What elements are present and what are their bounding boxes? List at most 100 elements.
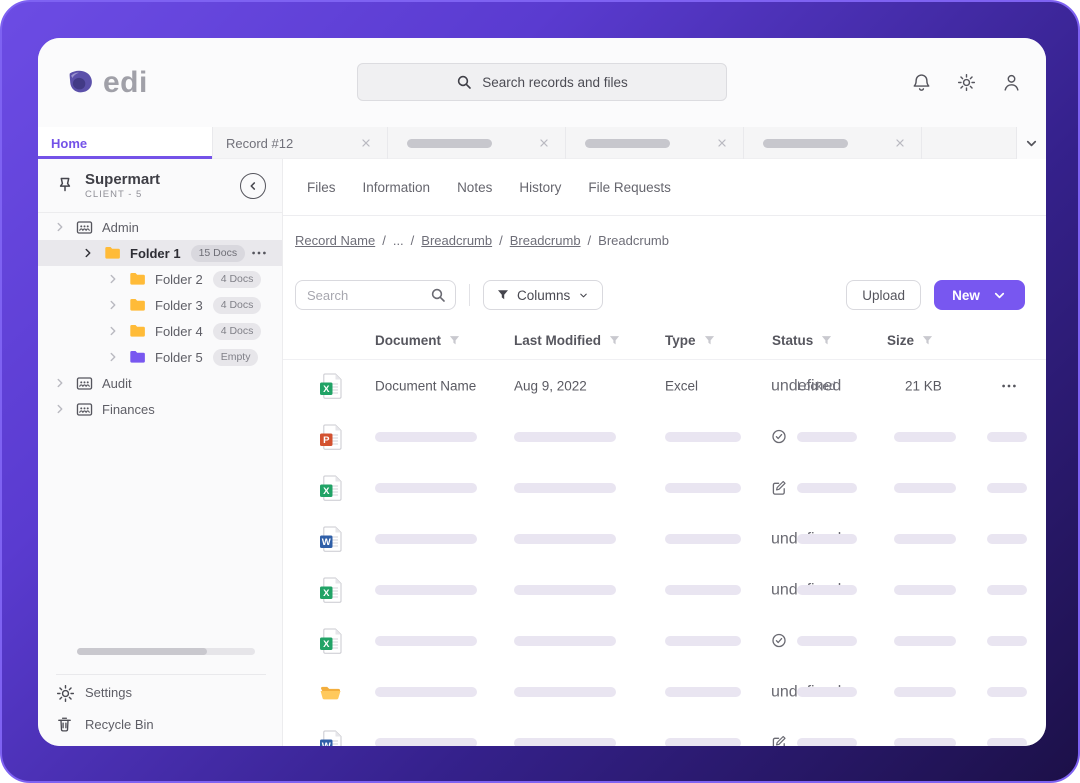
breadcrumb-item[interactable]: Record Name	[295, 233, 375, 248]
modified-skeleton	[514, 636, 616, 646]
search-icon	[430, 287, 446, 303]
user-profile-icon[interactable]	[1000, 72, 1022, 94]
record-tab-history[interactable]: History	[519, 180, 561, 195]
record-tabs: Files Information Notes History File Request…	[307, 159, 671, 215]
chevron-right-icon[interactable]	[53, 376, 67, 390]
status-skeleton	[797, 585, 857, 595]
breadcrumb-item: ...	[393, 233, 404, 248]
chevron-right-icon[interactable]	[81, 246, 95, 260]
chevron-right-icon[interactable]	[106, 272, 120, 286]
filter-funnel-icon[interactable]	[449, 335, 460, 346]
table-row[interactable]: W	[283, 717, 1046, 746]
table-row[interactable]: P	[283, 411, 1046, 462]
sidebar-item-admin[interactable]: Admin	[38, 214, 282, 240]
tab-placeholder[interactable]	[566, 127, 744, 159]
sidebar-item-folder-4[interactable]: Folder 44 Docs	[38, 318, 282, 344]
size-skeleton	[894, 738, 956, 747]
upload-button[interactable]: Upload	[846, 280, 921, 310]
type-skeleton	[665, 432, 741, 442]
sidebar-footer-recycle-bin[interactable]: Recycle Bin	[38, 708, 282, 740]
notifications-bell-icon[interactable]	[910, 72, 932, 94]
sidebar-item-folder-5[interactable]: Folder 5 Empty	[38, 344, 282, 370]
search-icon	[456, 74, 472, 90]
ellipsis-menu-icon[interactable]	[250, 244, 268, 262]
tab-record-12[interactable]: Record #12	[213, 127, 388, 159]
close-icon[interactable]	[359, 136, 373, 150]
filter-funnel-icon[interactable]	[821, 335, 832, 346]
columns-button[interactable]: Columns	[483, 280, 603, 310]
filter-funnel-icon[interactable]	[704, 335, 715, 346]
tab-placeholder[interactable]	[388, 127, 566, 159]
sidebar-footer-settings[interactable]: Settings	[38, 676, 282, 708]
record-tab-notes[interactable]: Notes	[457, 180, 492, 195]
folder-icon	[128, 348, 147, 366]
file-search-field[interactable]	[295, 280, 456, 310]
breadcrumb-item: Breadcrumb	[598, 233, 669, 248]
table-row[interactable]: X	[283, 615, 1046, 666]
table-row[interactable]: undefined	[283, 666, 1046, 717]
sidebar-item-finances[interactable]: Finances	[38, 396, 282, 422]
sidebar-horizontal-scrollbar[interactable]	[77, 648, 255, 655]
chevron-right-icon[interactable]	[53, 402, 67, 416]
column-label: Size	[887, 333, 914, 348]
breadcrumb-item[interactable]: Breadcrumb	[421, 233, 492, 248]
sidebar-item-folder-2[interactable]: Folder 24 Docs	[38, 266, 282, 292]
locked-status-icon: undefined	[771, 377, 788, 394]
actions-skeleton	[987, 483, 1027, 493]
record-tab-files[interactable]: Files	[307, 180, 336, 195]
chevron-right-icon[interactable]	[106, 298, 120, 312]
row-ellipsis-menu-icon[interactable]	[1000, 377, 1018, 395]
table-row[interactable]: X Document NameAug 9, 2022Excelundefined…	[283, 360, 1046, 411]
global-search-input[interactable]: Search records and files	[357, 63, 727, 101]
tab-bar: HomeRecord #12	[38, 127, 1046, 159]
close-icon[interactable]	[893, 136, 907, 150]
sidebar-item-folder-3[interactable]: Folder 34 Docs	[38, 292, 282, 318]
svg-text:P: P	[323, 435, 330, 446]
actions-skeleton	[987, 534, 1027, 544]
modified-skeleton	[514, 687, 616, 697]
type-skeleton	[665, 636, 741, 646]
tab-home[interactable]: Home	[38, 127, 213, 159]
close-icon[interactable]	[715, 136, 729, 150]
record-tab-file-requests[interactable]: File Requests	[588, 180, 671, 195]
tab-overflow-button[interactable]	[1016, 127, 1046, 159]
file-size: 21 KB	[905, 378, 942, 393]
tree-item-label: Folder 5	[155, 350, 203, 365]
table-row[interactable]: W undefined	[283, 513, 1046, 564]
close-icon[interactable]	[537, 136, 551, 150]
filter-funnel-icon[interactable]	[609, 335, 620, 346]
sidebar-item-audit[interactable]: Audit	[38, 370, 282, 396]
files-toolbar: Columns Upload New	[295, 280, 1025, 310]
document-name[interactable]: Document Name	[375, 378, 476, 393]
actions-skeleton	[987, 738, 1027, 747]
chevron-right-icon[interactable]	[106, 324, 120, 338]
breadcrumb-item[interactable]: Breadcrumb	[510, 233, 581, 248]
type-skeleton	[665, 738, 741, 747]
record-tab-information[interactable]: Information	[363, 180, 431, 195]
breadcrumb-separator: /	[382, 233, 386, 248]
word-file-icon: W	[319, 730, 343, 747]
new-button[interactable]: New	[934, 280, 1025, 310]
sidebar-item-folder-1[interactable]: Folder 115 Docs	[38, 240, 282, 266]
scrollbar-thumb[interactable]	[77, 648, 207, 655]
settings-gear-icon[interactable]	[955, 72, 977, 94]
chevron-right-icon[interactable]	[53, 220, 67, 234]
doc-count-badge: Empty	[213, 349, 259, 366]
tab-placeholder[interactable]	[744, 127, 922, 159]
type-skeleton	[665, 534, 741, 544]
size-skeleton	[894, 585, 956, 595]
tree-item-label: Folder 1	[130, 246, 181, 261]
file-search-input[interactable]	[307, 288, 430, 303]
table-row[interactable]: X	[283, 462, 1046, 513]
chevron-right-icon[interactable]	[106, 350, 120, 364]
size-skeleton	[894, 534, 956, 544]
chevron-left-icon	[246, 179, 260, 193]
column-header-document: Document	[375, 333, 460, 348]
filter-funnel-icon[interactable]	[922, 335, 933, 346]
tree-item-label: Folder 2	[155, 272, 203, 287]
breadcrumb-separator: /	[499, 233, 503, 248]
table-row[interactable]: X undefined	[283, 564, 1046, 615]
status-skeleton	[797, 636, 857, 646]
excel-file-icon: X	[319, 577, 343, 603]
sidebar-collapse-button[interactable]	[240, 173, 266, 199]
